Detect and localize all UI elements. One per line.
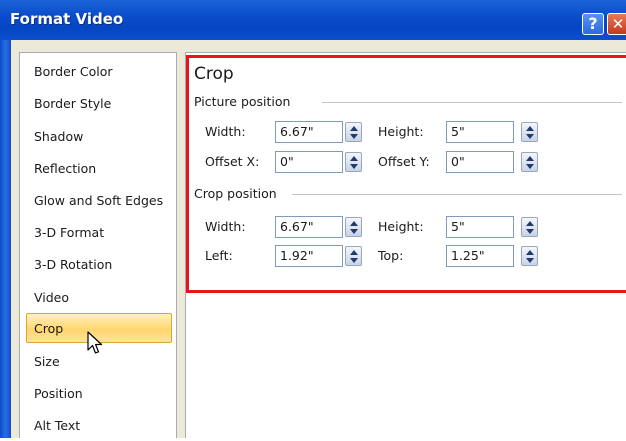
group-separator	[292, 194, 622, 195]
section-title: Crop	[194, 64, 234, 84]
help-button[interactable]: ?	[582, 13, 604, 35]
sidebar-item-alt-text[interactable]: Alt Text	[26, 411, 172, 441]
crop-height-label: Height:	[378, 219, 424, 234]
close-button[interactable]: ✕	[607, 13, 626, 35]
crop-height-input[interactable]: 5"	[446, 216, 514, 238]
sidebar-item-shadow[interactable]: Shadow	[26, 122, 172, 152]
window-frame-left	[0, 40, 11, 438]
category-list: Border Color Border Style Shadow Reflect…	[19, 52, 177, 438]
sidebar-item-glow-soft-edges[interactable]: Glow and Soft Edges	[26, 186, 172, 216]
sidebar-item-reflection[interactable]: Reflection	[26, 154, 172, 184]
offset-y-input[interactable]: 0"	[446, 151, 514, 173]
picture-height-input[interactable]: 5"	[446, 121, 514, 143]
sidebar-item-border-style[interactable]: Border Style	[26, 89, 172, 119]
offset-x-label: Offset X:	[205, 154, 260, 169]
format-video-dialog: Format Video ? ✕ Border Color Border Sty…	[0, 0, 626, 438]
crop-top-label: Top:	[378, 248, 404, 263]
crop-left-input[interactable]: 1.92"	[275, 245, 343, 267]
sidebar-item-3d-format[interactable]: 3-D Format	[26, 218, 172, 248]
mouse-pointer-icon	[87, 331, 103, 354]
crop-height-spinner[interactable]	[521, 217, 538, 237]
picture-position-label: Picture position	[194, 94, 291, 109]
offset-y-label: Offset Y:	[378, 154, 430, 169]
title-bar[interactable]: Format Video ? ✕	[0, 0, 626, 40]
offset-x-spinner[interactable]	[345, 152, 362, 172]
crop-left-label: Left:	[205, 248, 233, 263]
window-title: Format Video	[10, 10, 124, 28]
picture-height-label: Height:	[378, 124, 424, 139]
picture-height-spinner[interactable]	[521, 122, 538, 142]
sidebar-item-border-color[interactable]: Border Color	[26, 57, 172, 87]
crop-left-spinner[interactable]	[345, 246, 362, 266]
crop-width-input[interactable]: 6.67"	[275, 216, 343, 238]
highlight-box	[186, 55, 626, 293]
sidebar-item-video[interactable]: Video	[26, 283, 172, 313]
offset-y-spinner[interactable]	[521, 152, 538, 172]
crop-width-label: Width:	[205, 219, 246, 234]
crop-top-spinner[interactable]	[521, 246, 538, 266]
sidebar-item-3d-rotation[interactable]: 3-D Rotation	[26, 250, 172, 280]
offset-x-input[interactable]: 0"	[275, 151, 343, 173]
picture-width-spinner[interactable]	[345, 122, 362, 142]
group-separator	[322, 102, 622, 103]
sidebar-item-position[interactable]: Position	[26, 379, 172, 409]
crop-position-label: Crop position	[194, 186, 277, 201]
crop-width-spinner[interactable]	[345, 217, 362, 237]
picture-width-input[interactable]: 6.67"	[275, 121, 343, 143]
crop-top-input[interactable]: 1.25"	[446, 245, 514, 267]
picture-width-label: Width:	[205, 124, 246, 139]
